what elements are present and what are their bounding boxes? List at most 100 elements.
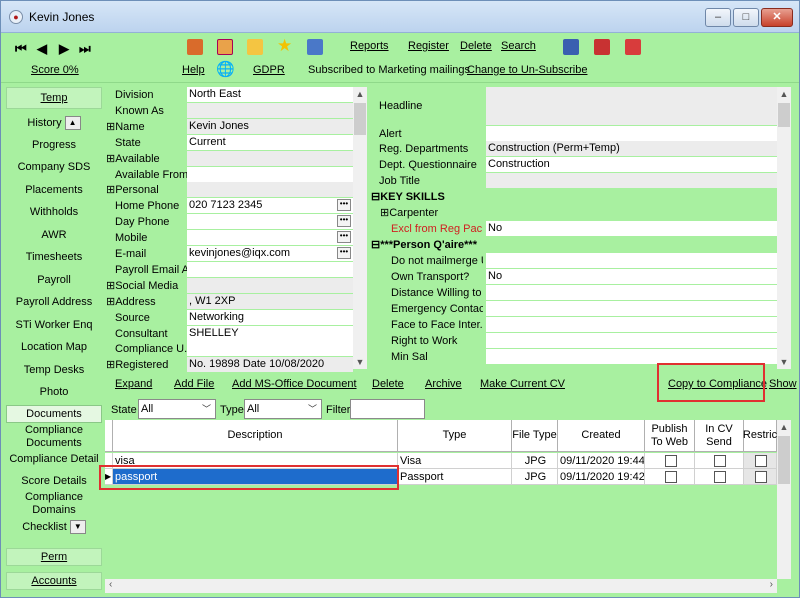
in-cv-send-checkbox[interactable] [714, 455, 726, 468]
sidebar-item-progress[interactable]: Progress [6, 139, 102, 152]
sidebar-temp-header[interactable]: Temp [6, 87, 102, 109]
attribute-value[interactable]: No [486, 221, 777, 236]
star-icon[interactable]: ★ [277, 36, 292, 56]
restricted-checkbox[interactable] [755, 455, 767, 468]
attribute-value[interactable] [486, 317, 777, 332]
column-header-type[interactable]: Type [398, 420, 512, 452]
scroll-down-icon[interactable]: ▼ [777, 355, 791, 369]
field-value[interactable]: 020 7123 2345 ••• [187, 198, 353, 214]
field-label[interactable]: ⊞Personal [106, 182, 184, 198]
column-header-in-cv-send[interactable]: In CV Send [695, 420, 744, 452]
attribute-value[interactable]: Construction (Perm+Temp) [486, 141, 777, 156]
scroll-right-icon[interactable]: › [770, 579, 773, 590]
field-label[interactable]: ⊞Available [106, 151, 184, 167]
register-link[interactable]: Register [408, 40, 449, 52]
sidebar-accounts-header[interactable]: Accounts [6, 572, 102, 590]
field-value[interactable] [187, 102, 353, 118]
column-header-description[interactable]: Description [113, 420, 398, 452]
sidebar-item-withholds[interactable]: Withholds [6, 206, 102, 219]
attribute-value[interactable] [486, 301, 777, 316]
field-value[interactable]: ••• [187, 214, 353, 230]
scroll-up-icon[interactable]: ▲ [777, 420, 791, 434]
column-header-restricted[interactable]: Restric [743, 420, 777, 452]
grid-vertical-scrollbar[interactable]: ▲ [777, 420, 791, 579]
cell-type[interactable]: Passport [398, 469, 512, 485]
left-pane-scrollbar[interactable]: ▲ ▼ [353, 87, 367, 369]
sidebar-item-score-details[interactable]: Score Details [6, 475, 102, 488]
sidebar-item-company-sds[interactable]: Company SDS [6, 161, 102, 174]
publish-to-web-checkbox[interactable] [664, 471, 677, 484]
sidebar-item-documents[interactable]: Documents [6, 405, 102, 423]
sidebar-item-payroll-address[interactable]: Payroll Address [6, 296, 102, 309]
maximize-button[interactable]: □ [733, 8, 759, 27]
scroll-thumb[interactable] [354, 103, 366, 135]
last-record-icon[interactable]: ⏭ [79, 41, 91, 57]
note-icon[interactable] [247, 39, 263, 55]
minimize-button[interactable]: – [705, 8, 731, 27]
cell-type[interactable]: Visa [398, 453, 512, 469]
field-value[interactable] [187, 341, 353, 357]
unsubscribe-link[interactable]: Change to Un-Subscribe [467, 64, 587, 76]
field-label[interactable]: ⊞Social Media [106, 278, 184, 294]
checklist-expand-icon[interactable]: ▼ [69, 520, 86, 534]
prev-record-icon[interactable]: ◀ [37, 41, 47, 57]
sidebar-item-compliance-domains[interactable]: Compliance Domains [6, 491, 102, 517]
sidebar-item-checklist[interactable]: Checklist ▼ [6, 520, 102, 534]
help-link[interactable]: Help [182, 64, 205, 76]
show-link[interactable]: Show [769, 378, 797, 390]
sidebar-item-compliance-detail[interactable]: Compliance Detail [6, 453, 102, 466]
field-value[interactable]: kevinjones@iqx.com ••• [187, 246, 353, 261]
make-current-cv-link[interactable]: Make Current CV [480, 378, 565, 390]
right-pane-scrollbar[interactable]: ▲ ▼ [777, 87, 791, 369]
column-header-publish-to-web[interactable]: Publish To Web [645, 420, 695, 452]
user-card-icon[interactable] [307, 39, 323, 55]
column-header-created[interactable]: Created [558, 420, 645, 452]
sidebar-item-timesheets[interactable]: Timesheets [6, 251, 102, 264]
scroll-up-icon[interactable]: ▲ [353, 87, 367, 101]
filter-input[interactable] [350, 399, 425, 419]
attribute-value[interactable]: No [486, 269, 777, 284]
sidebar-perm-header[interactable]: Perm [6, 548, 102, 566]
database-icon[interactable] [563, 39, 579, 55]
exit-icon[interactable] [625, 39, 641, 55]
cell-file-type[interactable]: JPG [512, 453, 558, 469]
sidebar-item-awr[interactable]: AWR [6, 229, 102, 242]
more-options-button[interactable]: ••• [337, 199, 351, 212]
cell-created[interactable]: 09/11/2020 19:42 [558, 469, 645, 485]
more-options-button[interactable]: ••• [337, 231, 351, 244]
restricted-checkbox[interactable] [755, 471, 767, 484]
field-value[interactable] [187, 166, 353, 182]
attribute-label[interactable]: ⊟KEY SKILLS [371, 189, 483, 205]
field-value[interactable]: Kevin Jones [187, 118, 353, 134]
attribute-value[interactable] [486, 349, 777, 364]
attribute-value[interactable]: Construction [486, 157, 777, 172]
attribute-value[interactable] [486, 126, 777, 141]
score-link[interactable]: Score 0% [31, 64, 79, 76]
state-select[interactable]: All ﹀ [138, 399, 216, 419]
field-value[interactable]: North East [187, 87, 353, 102]
scroll-thumb[interactable] [778, 103, 790, 127]
type-select[interactable]: All ﹀ [244, 399, 322, 419]
attribute-label[interactable]: ⊟***Person Q'aire*** [371, 237, 483, 253]
delete-link[interactable]: Delete [460, 40, 492, 52]
first-record-icon[interactable]: ⏮ [15, 41, 27, 57]
attribute-label[interactable]: ⊞Carpenter [380, 205, 483, 221]
attribute-value[interactable] [486, 205, 777, 220]
publish-to-web-checkbox[interactable] [664, 455, 677, 468]
globe-icon[interactable]: 🌐 [216, 60, 235, 78]
expand-link[interactable]: Expand [115, 378, 152, 390]
sidebar-item-placements[interactable]: Placements [6, 184, 102, 197]
more-options-button[interactable]: ••• [337, 215, 351, 228]
attribute-value[interactable] [486, 87, 777, 125]
sidebar-item-payroll[interactable]: Payroll [6, 274, 102, 287]
attribute-value[interactable] [486, 333, 777, 348]
column-header-file-type[interactable]: File Type [512, 420, 558, 452]
grid-horizontal-scrollbar[interactable]: ‹ › [105, 579, 777, 593]
field-value[interactable]: , W1 2XP [187, 293, 353, 309]
field-value[interactable] [187, 261, 353, 277]
cell-file-type[interactable]: JPG [512, 469, 558, 485]
scroll-left-icon[interactable]: ‹ [109, 579, 112, 590]
attribute-value[interactable] [486, 285, 777, 300]
reports-link[interactable]: Reports [350, 40, 389, 52]
contact-icon[interactable] [187, 39, 203, 55]
